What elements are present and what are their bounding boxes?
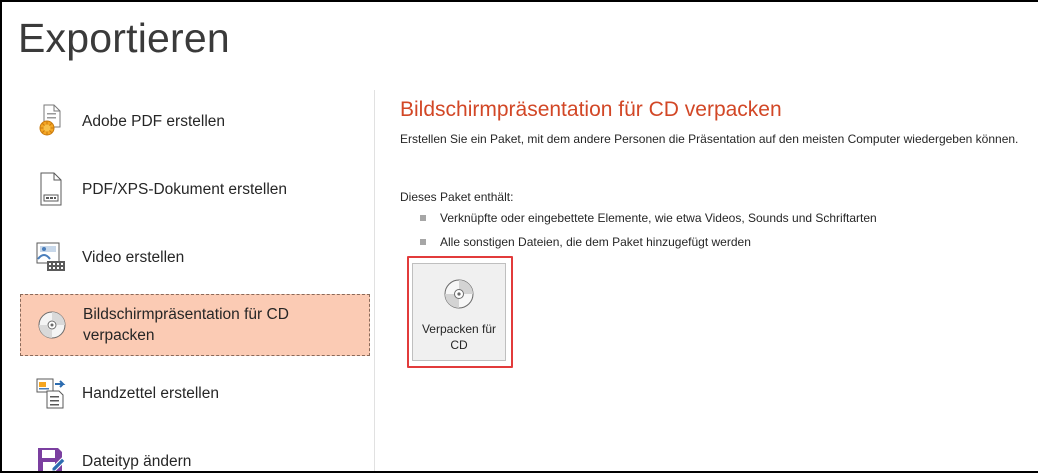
panel-divider — [374, 90, 375, 471]
package-contents-heading: Dieses Paket enthält: — [400, 190, 514, 204]
cd-package-icon — [33, 306, 71, 344]
nav-item-label: PDF/XPS-Dokument erstellen — [82, 180, 288, 198]
nav-item-pdf-xps[interactable]: PDF/XPS-Dokument erstellen — [20, 158, 370, 220]
cd-icon — [443, 278, 475, 315]
nav-item-adobe-pdf[interactable]: Adobe PDF erstellen — [20, 90, 370, 152]
nav-item-cd-package[interactable]: Bildschirmpräsentation für CD verpacken — [20, 294, 370, 356]
bullet-square-icon — [420, 215, 426, 221]
section-description: Erstellen Sie ein Paket, mit dem andere … — [400, 132, 1019, 146]
nav-item-label: Adobe PDF erstellen — [82, 112, 226, 130]
adobe-pdf-icon — [32, 102, 70, 140]
nav-item-label: Handzettel erstellen — [82, 384, 219, 402]
page-title: Exportieren — [18, 15, 230, 61]
export-panel: Exportieren Adobe PDF erstellen PDF/XPS-… — [0, 0, 1038, 473]
pdf-xps-document-icon — [32, 170, 70, 208]
nav-item-video[interactable]: Video erstellen — [20, 226, 370, 288]
nav-item-change-filetype[interactable]: Dateityp ändern — [20, 430, 370, 471]
save-filetype-icon — [32, 442, 70, 471]
export-detail: Bildschirmpräsentation für CD verpacken … — [400, 98, 1038, 249]
nav-item-handout[interactable]: Handzettel erstellen — [20, 362, 370, 424]
package-for-cd-label: Verpacken für CD — [421, 322, 497, 352]
nav-item-label: Dateityp ändern — [82, 452, 192, 470]
list-item-text: Verknüpfte oder eingebettete Elemente, w… — [440, 211, 877, 225]
list-item: Verknüpfte oder eingebettete Elemente, w… — [420, 211, 877, 225]
nav-item-label: Bildschirmpräsentation für CD verpacken — [83, 306, 289, 344]
nav-item-label: Video erstellen — [82, 248, 185, 266]
list-item-text: Alle sonstigen Dateien, die dem Paket hi… — [440, 235, 751, 249]
bullet-square-icon — [420, 239, 426, 245]
video-icon — [32, 238, 70, 276]
list-item: Alle sonstigen Dateien, die dem Paket hi… — [420, 235, 751, 249]
section-heading: Bildschirmpräsentation für CD verpacken — [400, 98, 782, 121]
handout-icon — [32, 374, 70, 412]
package-for-cd-button[interactable]: Verpacken für CD — [412, 263, 506, 361]
